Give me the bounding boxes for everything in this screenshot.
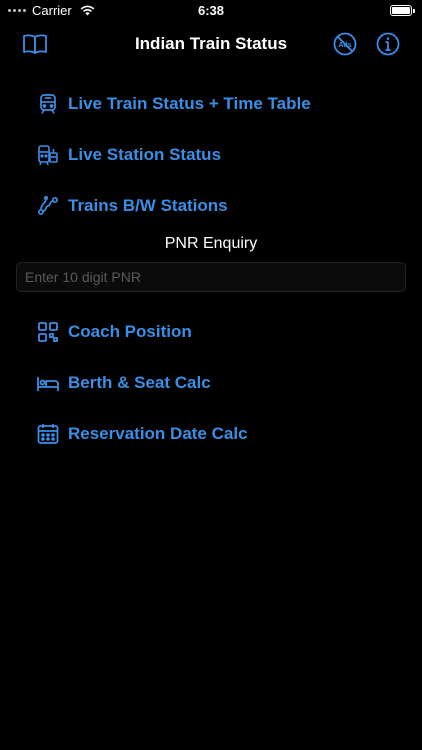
battery-icon — [390, 5, 415, 16]
calendar-icon — [37, 424, 59, 444]
menu-item-coach-position[interactable]: Coach Position — [36, 320, 192, 344]
menu-label: Coach Position — [68, 322, 192, 341]
pnr-input[interactable] — [16, 262, 406, 292]
navigation-bar: Indian Train Status Ads — [0, 22, 422, 66]
route-icon — [37, 195, 59, 216]
menu-label: Berth & Seat Calc — [68, 373, 211, 392]
status-time: 6:38 — [197, 3, 225, 18]
menu-label: Live Station Status — [68, 145, 222, 164]
grid-icon — [38, 322, 58, 342]
pnr-enquiry-heading: PNR Enquiry — [164, 235, 258, 252]
status-bar: Carrier 6:38 — [0, 0, 422, 22]
no-ads-icon[interactable]: Ads — [331, 30, 359, 58]
station-icon — [38, 145, 58, 166]
info-icon[interactable] — [374, 30, 402, 58]
menu-item-live-station-status[interactable]: Live Station Status — [36, 143, 221, 167]
bed-icon — [37, 377, 59, 391]
svg-text:Ads: Ads — [338, 42, 351, 49]
menu-label: Trains B/W Stations — [68, 196, 228, 215]
menu-item-reservation-date-calc[interactable]: Reservation Date Calc — [36, 422, 248, 446]
menu-item-trains-between-stations[interactable]: Trains B/W Stations — [36, 194, 228, 218]
menu-label: Reservation Date Calc — [68, 424, 248, 443]
menu-label: Live Train Status + Time Table — [68, 94, 311, 113]
menu-item-berth-seat-calc[interactable]: Berth & Seat Calc — [36, 371, 211, 395]
menu-item-live-train-status[interactable]: Live Train Status + Time Table — [36, 92, 311, 116]
train-icon — [40, 94, 56, 114]
